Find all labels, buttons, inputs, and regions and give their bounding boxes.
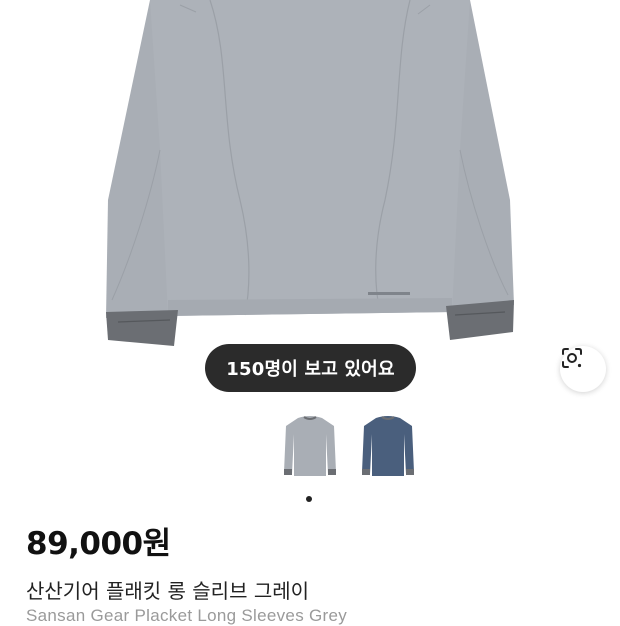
visual-search-button[interactable] xyxy=(560,346,606,392)
shirt-image xyxy=(106,0,514,346)
thumbnail-grey[interactable] xyxy=(280,412,340,480)
thumbnail-navy[interactable] xyxy=(358,412,418,480)
product-name-korean: 산산기어 플래킷 롱 슬리브 그레이 xyxy=(26,579,310,603)
grey-shirt-thumbnail xyxy=(284,416,336,476)
product-hero-image[interactable]: 150명이 보고 있어요 xyxy=(0,0,620,400)
product-price: 89,000원 xyxy=(26,526,171,562)
viewer-count-text: 150명이 보고 있어요 xyxy=(226,359,395,380)
image-pagination xyxy=(306,489,312,507)
navy-shirt-thumbnail xyxy=(362,416,414,476)
product-name-english: Sansan Gear Placket Long Sleeves Grey xyxy=(26,606,348,625)
lens-search-icon xyxy=(562,348,582,368)
color-thumbnails xyxy=(0,412,620,482)
brand-logo xyxy=(368,292,410,295)
pagination-dot-active xyxy=(306,496,312,502)
viewer-count-badge: 150명이 보고 있어요 xyxy=(205,344,416,392)
